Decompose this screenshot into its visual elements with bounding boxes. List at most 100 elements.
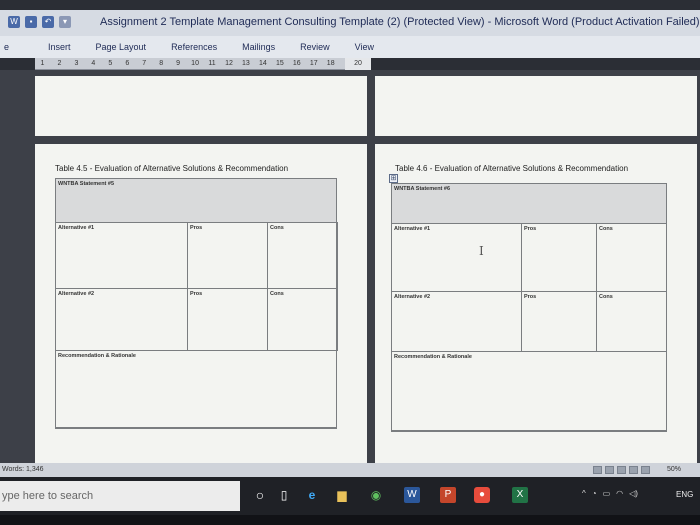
alternative-2-label: Alternative #2 <box>58 291 95 297</box>
taskbar: ype here to search ○ ▯ e ▆ ◉ W P ● X ^ ◔… <box>0 477 700 515</box>
edge-browser-icon[interactable]: e <box>304 487 320 503</box>
alternative-2-label: Alternative #2 <box>394 294 431 300</box>
web-layout-icon[interactable] <box>617 466 626 474</box>
page-table-4-5[interactable]: Table 4.5 - Evaluation of Alternative So… <box>35 144 367 463</box>
ruler-tick: 4 <box>91 60 96 67</box>
ruler-tick: 9 <box>176 60 181 67</box>
pros-label: Pros <box>190 291 203 297</box>
tab-insert[interactable]: Insert <box>48 42 71 52</box>
task-view-icon[interactable]: ▯ <box>276 487 292 503</box>
document-area[interactable]: Table 4.5 - Evaluation of Alternative So… <box>0 70 700 463</box>
ruler-tick: 2 <box>57 60 62 67</box>
statement-label: WNTBA Statement #6 <box>394 186 451 192</box>
alternative-1-cell[interactable]: Alternative #1 <box>391 223 522 292</box>
tray-chevron-icon[interactable]: ^ <box>582 489 586 498</box>
ruler-tick: 3 <box>74 60 79 67</box>
cons-1-cell[interactable]: Cons <box>596 223 667 292</box>
word-count[interactable]: Words: 1,346 <box>2 466 44 473</box>
alternative-2-cell[interactable]: Alternative #2 <box>391 291 522 352</box>
full-screen-reading-icon[interactable] <box>605 466 614 474</box>
notification-app-icon[interactable]: ● <box>474 487 490 503</box>
ruler-tick: 16 <box>292 60 301 67</box>
outline-view-icon[interactable] <box>629 466 638 474</box>
battery-icon[interactable]: ▭ <box>603 489 611 498</box>
system-tray: ^ ◔ ▭ ◠ ◁) <box>582 489 638 498</box>
undo-icon[interactable]: ↶ <box>42 16 54 28</box>
evaluation-table: WNTBA Statement #5 Alternative #1 Pros C… <box>55 178 338 429</box>
word-taskbar-icon[interactable]: W <box>404 487 420 503</box>
pros-1-cell[interactable]: Pros <box>521 223 597 292</box>
title-bar: W ▪ ↶ ▾ Assignment 2 Template Management… <box>0 10 700 36</box>
tab-mailings[interactable]: Mailings <box>242 42 275 52</box>
network-icon[interactable]: ◔ <box>592 489 597 498</box>
cons-label: Cons <box>270 291 284 297</box>
page-top-right[interactable] <box>375 76 697 136</box>
tab-file[interactable]: e <box>0 42 32 52</box>
customize-qat-icon[interactable]: ▾ <box>59 16 71 28</box>
ruler-tick: 12 <box>225 60 233 67</box>
pros-2-cell[interactable]: Pros <box>187 288 268 351</box>
recommendation-label: Recommendation & Rationale <box>58 353 136 359</box>
wifi-icon[interactable]: ◠ <box>616 489 623 498</box>
cons-label: Cons <box>599 226 613 232</box>
search-placeholder: ype here to search <box>2 490 94 502</box>
page-top-left[interactable] <box>35 76 367 136</box>
ruler-tick: 18 <box>326 60 335 67</box>
cortana-icon[interactable]: ○ <box>252 487 268 503</box>
cons-1-cell[interactable]: Cons <box>267 222 338 289</box>
recommendation-label: Recommendation & Rationale <box>394 354 472 360</box>
status-bar: Words: 1,346 50% <box>0 463 700 477</box>
alternative-1-cell[interactable]: Alternative #1 <box>55 222 188 289</box>
alternative-2-cell[interactable]: Alternative #2 <box>55 288 188 351</box>
ribbon-tabs: e Insert Page Layout References Mailings… <box>0 36 700 58</box>
window-title: Assignment 2 Template Management Consult… <box>100 16 700 28</box>
page-table-4-6[interactable]: Table 4.6 - Evaluation of Alternative So… <box>375 144 697 463</box>
taskbar-search-box[interactable]: ype here to search <box>0 481 240 511</box>
ruler-tick: 13 <box>242 60 250 67</box>
text-cursor-icon: I <box>479 244 484 258</box>
powerpoint-taskbar-icon[interactable]: P <box>440 487 456 503</box>
zoom-level[interactable]: 50% <box>667 466 681 473</box>
cons-2-cell[interactable]: Cons <box>267 288 338 351</box>
pros-label: Pros <box>524 294 537 300</box>
statement-cell[interactable]: WNTBA Statement #6 <box>391 183 667 224</box>
view-buttons <box>593 466 650 474</box>
pros-1-cell[interactable]: Pros <box>187 222 268 289</box>
statement-label: WNTBA Statement #5 <box>58 181 115 187</box>
ruler-tick: 15 <box>275 60 284 67</box>
table-caption: Table 4.5 - Evaluation of Alternative So… <box>55 164 289 173</box>
pros-label: Pros <box>524 226 537 232</box>
recommendation-cell[interactable]: Recommendation & Rationale <box>391 351 667 432</box>
draft-view-icon[interactable] <box>641 466 650 474</box>
ruler-tick: 10 <box>191 60 199 67</box>
ruler-tick: 17 <box>309 60 318 67</box>
file-explorer-icon[interactable]: ▆ <box>334 487 350 503</box>
excel-taskbar-icon[interactable]: X <box>512 487 528 503</box>
horizontal-ruler[interactable]: 1 2 3 4 5 6 7 8 9 10 11 12 13 14 15 16 1… <box>35 58 370 70</box>
tab-review[interactable]: Review <box>300 42 330 52</box>
cons-2-cell[interactable]: Cons <box>596 291 667 352</box>
print-layout-icon[interactable] <box>593 466 602 474</box>
tab-references[interactable]: References <box>171 42 217 52</box>
table-caption: Table 4.6 - Evaluation of Alternative So… <box>395 164 629 173</box>
tab-page-layout[interactable]: Page Layout <box>96 42 147 52</box>
ruler-tick: 11 <box>208 60 216 67</box>
pros-2-cell[interactable]: Pros <box>521 291 597 352</box>
save-icon[interactable]: ▪ <box>25 16 37 28</box>
ruler-right-margin[interactable]: 20 <box>345 58 371 70</box>
cons-label: Cons <box>599 294 613 300</box>
recommendation-cell[interactable]: Recommendation & Rationale <box>55 350 337 429</box>
volume-icon[interactable]: ◁) <box>629 489 638 498</box>
ruler-tick: 8 <box>159 60 164 67</box>
input-language[interactable]: ENG <box>676 490 693 499</box>
tab-view[interactable]: View <box>355 42 374 52</box>
chrome-icon[interactable]: ◉ <box>368 487 384 503</box>
ruler-tick: 14 <box>258 60 267 67</box>
screen: W ▪ ↶ ▾ Assignment 2 Template Management… <box>0 0 700 525</box>
ruler-tick: 1 <box>40 60 45 67</box>
statement-cell[interactable]: WNTBA Statement #5 <box>55 178 337 223</box>
cons-label: Cons <box>270 225 284 231</box>
table-move-handle-icon[interactable]: ⊞ <box>389 174 398 183</box>
ruler-tick: 7 <box>142 60 147 67</box>
word-app-icon[interactable]: W <box>8 16 20 28</box>
